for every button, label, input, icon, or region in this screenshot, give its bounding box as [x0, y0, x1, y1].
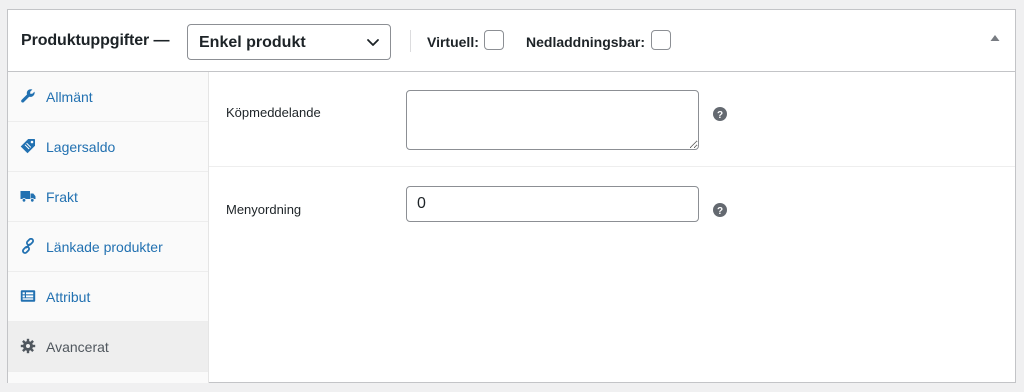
virtual-checkbox[interactable]: [484, 30, 504, 50]
header-divider: [410, 30, 411, 52]
advanced-options-panel: Köpmeddelande ? Menyordning ?: [209, 72, 1015, 383]
purchase-note-textarea[interactable]: [406, 90, 699, 150]
menu-order-input[interactable]: [406, 186, 699, 222]
virtual-label: Virtuell:: [427, 34, 479, 50]
tab-inventory[interactable]: Lagersaldo: [8, 122, 208, 172]
collapse-toggle-icon[interactable]: [990, 34, 1000, 42]
svg-text:?: ?: [717, 206, 723, 217]
menu-order-label: Menyordning: [226, 202, 302, 217]
wrench-icon: [21, 89, 35, 103]
product-data-tabs: Allmänt Lagersaldo Frakt Länkade produkt…: [8, 72, 209, 383]
truck-icon: [20, 191, 36, 203]
tag-icon: [20, 139, 35, 154]
link-icon: [22, 238, 34, 254]
purchase-note-label: Köpmeddelande: [226, 105, 321, 120]
list-card-icon: [20, 290, 36, 302]
product-type-selected: Enkel produkt: [199, 34, 306, 51]
tab-attributes[interactable]: Attribut: [8, 272, 208, 322]
downloadable-label: Nedladdningsbar:: [526, 34, 646, 50]
tab-label: Länkade produkter: [46, 239, 163, 255]
downloadable-checkbox[interactable]: [651, 30, 671, 50]
panel-header: Produktuppgifter — Enkel produkt Virtuel…: [8, 10, 1015, 72]
gear-icon: [20, 338, 36, 354]
chevron-down-icon: [367, 39, 379, 46]
panel-title: Produktuppgifter —: [21, 32, 170, 49]
tab-label: Attribut: [46, 289, 91, 305]
tab-shipping[interactable]: Frakt: [8, 172, 208, 222]
help-icon[interactable]: ?: [713, 107, 727, 121]
tab-general[interactable]: Allmänt: [8, 72, 208, 122]
tab-label: Frakt: [46, 189, 78, 205]
tab-linked-products[interactable]: Länkade produkter: [8, 222, 208, 272]
product-type-select[interactable]: Enkel produkt: [187, 24, 391, 60]
tab-label: Avancerat: [46, 339, 109, 355]
row-divider: [209, 166, 1015, 167]
tab-label: Allmänt: [46, 89, 93, 105]
tab-advanced[interactable]: Avancerat: [8, 322, 208, 372]
svg-text:?: ?: [717, 110, 723, 121]
help-icon[interactable]: ?: [713, 203, 727, 217]
tab-label: Lagersaldo: [46, 139, 116, 155]
product-data-panel: Produktuppgifter — Enkel produkt Virtuel…: [7, 9, 1016, 383]
